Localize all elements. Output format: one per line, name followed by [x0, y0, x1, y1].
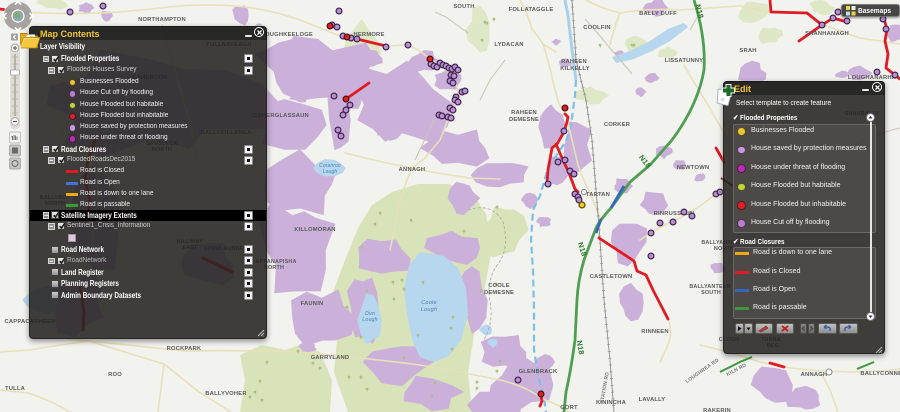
- svg-text:ANNAGH: ANNAGH: [801, 372, 828, 378]
- svg-text:LAVALLY: LAVALLY: [639, 397, 666, 403]
- svg-text:TULLA: TULLA: [5, 386, 26, 392]
- svg-text:ROO: ROO: [108, 372, 122, 378]
- svg-text:COOLFIN: COOLFIN: [583, 25, 610, 31]
- svg-text:BALLY DUFF: BALLY DUFF: [639, 11, 677, 17]
- svg-text:CORKER: CORKER: [604, 122, 631, 128]
- svg-text:FOLLATAGGLE: FOLLATAGGLE: [509, 7, 554, 13]
- svg-text:FAUNIN: FAUNIN: [301, 301, 324, 307]
- svg-text:KILLOMORAN: KILLOMORAN: [294, 227, 335, 233]
- svg-text:GLENBRACK: GLENBRACK: [519, 369, 558, 375]
- svg-text:ROCKPARK: ROCKPARK: [167, 346, 202, 352]
- svg-text:LYDACAN: LYDACAN: [494, 42, 523, 48]
- svg-text:LISSATUNNY: LISSATUNNY: [665, 58, 704, 64]
- svg-text:DEMESNE: DEMESNE: [509, 117, 539, 123]
- svg-text:SHANHANAGH: SHANHANAGH: [805, 31, 849, 37]
- svg-text:RINRUSSAUN: RINRUSSAUN: [654, 211, 695, 217]
- svg-text:COOLE: COOLE: [488, 283, 510, 289]
- svg-text:RAHEEN: RAHEEN: [511, 110, 537, 116]
- svg-text:RAKERIN: RAKERIN: [703, 408, 731, 412]
- svg-text:SRAH: SRAH: [739, 48, 756, 54]
- svg-text:KILKELLY: KILKELLY: [560, 66, 589, 72]
- svg-text:ANNAGH: ANNAGH: [399, 167, 426, 173]
- svg-text:CASTLETOWN: CASTLETOWN: [590, 274, 633, 280]
- svg-text:DEMESNE: DEMESNE: [484, 290, 514, 296]
- svg-text:Lough: Lough: [421, 307, 438, 313]
- svg-text:Coole: Coole: [421, 300, 437, 306]
- svg-text:Lough: Lough: [362, 317, 377, 323]
- svg-text:Lough: Lough: [323, 169, 338, 175]
- svg-text:BALLYVOHER: BALLYVOHER: [205, 391, 247, 397]
- svg-text:OUGHKEELOGE: OUGHKEELOGE: [265, 32, 313, 38]
- svg-text:SOUTH: SOUTH: [453, 4, 474, 10]
- svg-text:GORT: GORT: [560, 405, 578, 411]
- svg-text:RINNEEN: RINNEEN: [641, 329, 669, 335]
- svg-text:NEWTOWN: NEWTOWN: [677, 165, 710, 171]
- svg-text:BALLYCONNELL: BALLYCONNELL: [860, 371, 900, 377]
- svg-text:TARTAN: TARTAN: [586, 192, 610, 198]
- svg-text:GARRYLAND: GARRYLAND: [311, 355, 350, 361]
- svg-text:SOUTH: SOUTH: [701, 290, 721, 296]
- svg-text:NORTHAMPTON: NORTHAMPTON: [138, 17, 186, 23]
- svg-text:RAHEEN: RAHEEN: [561, 59, 587, 65]
